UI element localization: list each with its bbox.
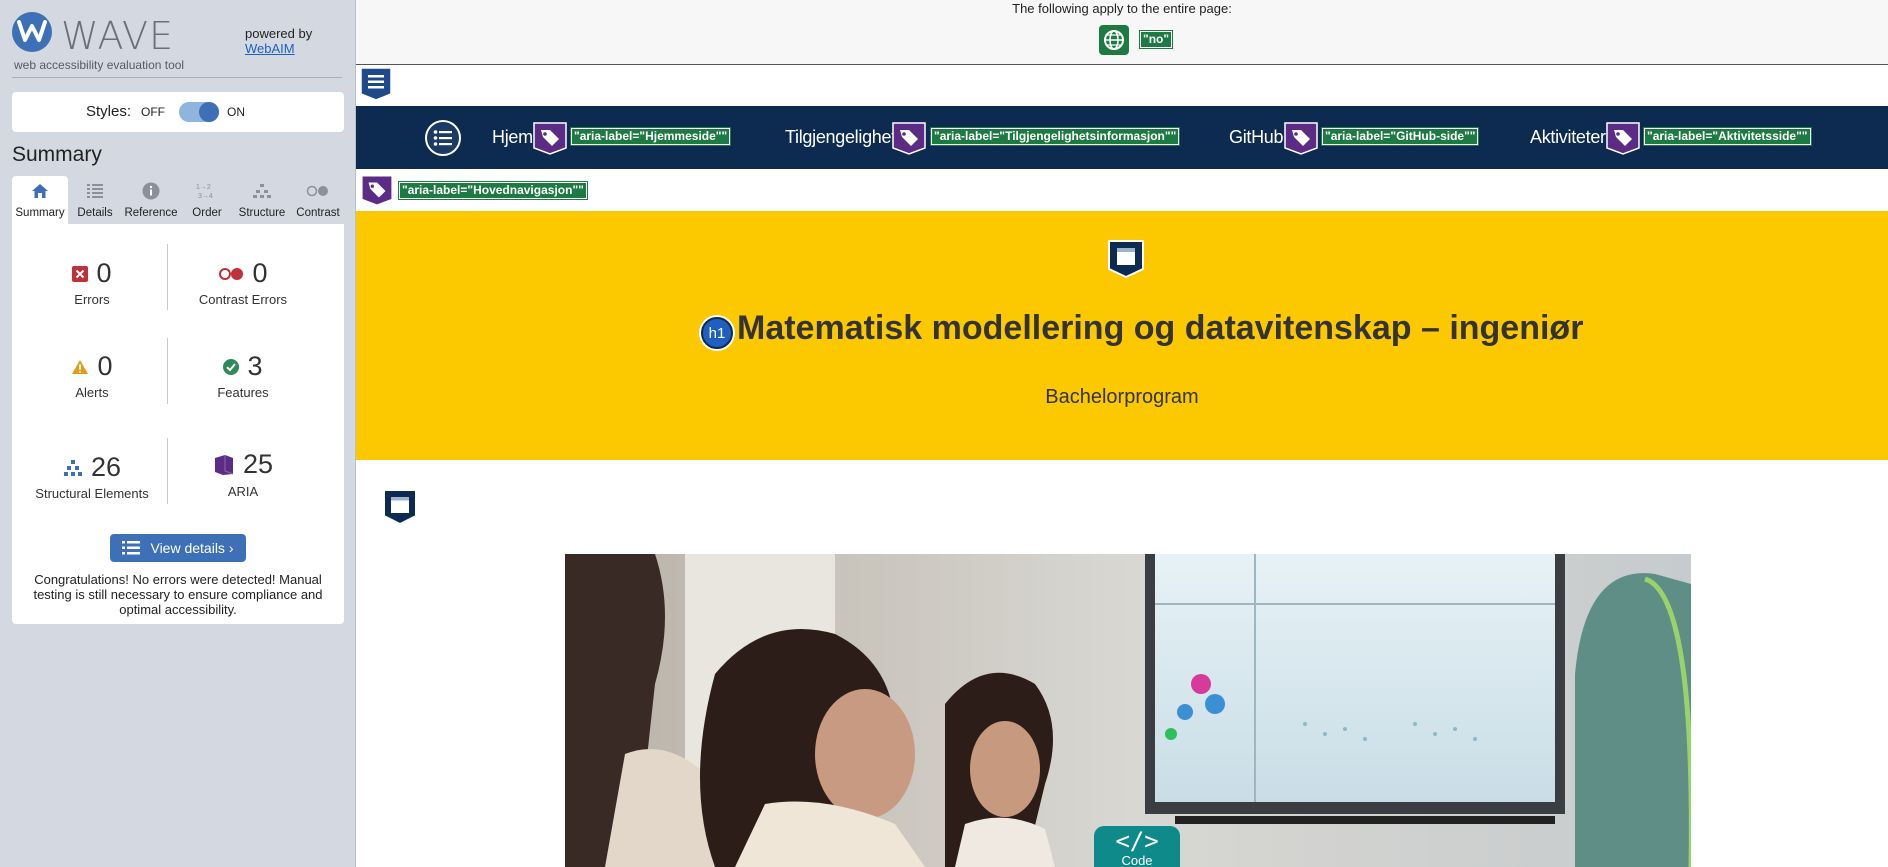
unordered-list-icon[interactable] [425,120,461,156]
nav-link-tilgjengelighet[interactable]: Tilgjengelighet [785,127,896,148]
errors-label: Errors [74,292,110,307]
structural-label: Structural Elements [35,486,149,501]
aria-label-icon[interactable] [532,120,568,156]
info-icon [142,182,160,200]
aria-count: 25 [242,449,274,479]
summary-heading: Summary [12,143,102,166]
structure-icon [253,184,271,198]
applies-text: The following apply to the entire page: [1012,1,1232,16]
congrats-message: Congratulations! No errors were detected… [33,572,323,617]
wave-logo-icon [12,12,52,52]
aria-label-icon[interactable] [1283,120,1319,156]
wave-logo-text: WAVE [61,14,175,58]
lang-tag: "no" [1138,30,1174,49]
nav-aria-label-tag: "aria-label="Hovednavigasjon"" [398,181,588,200]
code-symbol: </> [1115,827,1159,855]
structural-count: 26 [90,452,122,482]
divider [167,338,168,404]
features-label: Features [217,385,269,400]
aria-label: ARIA [227,483,259,499]
page-content: The following apply to the entire page: … [356,0,1888,867]
nav-link-hjem[interactable]: Hjem [492,127,533,148]
divider [167,438,168,504]
svg-text:1→2: 1→2 [196,184,211,191]
tab-structure[interactable]: Structure [234,176,290,224]
list-icon [87,184,103,198]
contrast-icon [306,185,328,197]
tab-reference[interactable]: Reference [123,176,179,224]
contrast-errors-count: 0 [252,258,268,288]
students-at-computer-image [565,554,1691,867]
styles-off-label: OFF [141,105,165,119]
stat-errors[interactable]: 0 Errors [17,258,167,307]
aria-label-tag: "aria-label="GitHub-side"" [1320,127,1480,146]
errors-count: 0 [96,258,112,288]
h1-heading-icon[interactable]: h1 [701,317,733,349]
home-icon [32,184,48,198]
hero-banner: h1 Matematisk modellering og datavitensk… [356,211,1888,460]
aria-icon [214,454,234,475]
powered-by: powered by WebAIM [245,26,312,56]
tab-details[interactable]: Details [67,176,123,224]
aria-label-tag: "aria-label="Aktivitetsside"" [1643,127,1812,146]
header-landmark-icon[interactable] [1107,239,1145,279]
styles-label: Styles: [86,103,132,120]
stat-features[interactable]: 3 Features [168,351,318,400]
svg-text:3→4: 3→4 [198,193,213,200]
stat-structural[interactable]: 26 Structural Elements [17,452,167,501]
styles-on-label: ON [227,105,245,119]
nav-link-aktiviteter[interactable]: Aktiviteter [1530,127,1606,148]
wave-tagline: web accessibility evaluation tool [14,58,185,72]
view-details-label: View details › [150,540,234,556]
wave-sidebar: WAVE web accessibility evaluation tool p… [0,0,356,867]
styles-toggle[interactable] [179,102,219,122]
main-landmark-icon[interactable] [382,488,418,526]
stat-contrast-errors[interactable]: 0 Contrast Errors [168,258,318,307]
error-icon [72,265,89,282]
stat-alerts[interactable]: 0 Alerts [17,351,167,400]
alerts-count: 0 [97,351,113,381]
page-title: Matematisk modellering og datavitenskap … [737,309,1584,347]
alerts-label: Alerts [75,385,109,400]
aria-label-icon[interactable] [1605,120,1641,156]
view-details-button[interactable]: View details › [110,534,246,562]
feature-icon [223,358,240,375]
hero-photo [565,554,1691,867]
navigation-landmark-icon[interactable] [359,66,393,102]
aria-label-tag: "aria-label="Tilgjengelighetsinformasjon… [929,127,1181,146]
globe-icon[interactable] [1099,25,1129,55]
summary-panel: Summary Details Reference 1→2 3→4 Order S… [12,176,344,624]
structural-icon [63,459,82,476]
main-navigation: Hjem "aria-label="Hjemmeside"" Tilgjenge… [356,106,1888,169]
code-label: Code [1121,853,1153,867]
page-subtitle: Bachelorprogram [1045,386,1199,408]
tab-order[interactable]: 1→2 3→4 Order [179,176,235,224]
list-icon [122,541,141,555]
tab-summary[interactable]: Summary [12,176,68,224]
powered-by-text: powered by [245,26,313,41]
aria-label-icon[interactable] [360,173,394,207]
features-count: 3 [247,351,263,381]
contrast-errors-label: Contrast Errors [198,292,288,307]
contrast-error-icon [219,267,244,280]
styles-control: Styles: OFF ON [12,92,344,132]
webaim-link[interactable]: WebAIM [245,41,312,56]
alert-icon [72,359,89,374]
tab-contrast[interactable]: Contrast [290,176,346,224]
aria-label-icon[interactable] [891,120,927,156]
aria-label-tag: "aria-label="Hjemmeside"" [569,127,732,146]
tab-bar: Summary Details Reference 1→2 3→4 Order S… [12,176,344,224]
wave-logo[interactable]: WAVE web accessibility evaluation tool p… [12,12,342,78]
code-icon[interactable]: </> Code [1094,826,1180,867]
stat-aria[interactable]: 25 ARIA [168,449,318,499]
order-icon: 1→23→4 [196,184,213,200]
nav-link-github[interactable]: GitHub [1229,127,1284,148]
page-wide-bar: The following apply to the entire page: … [356,0,1888,65]
divider [167,244,168,310]
